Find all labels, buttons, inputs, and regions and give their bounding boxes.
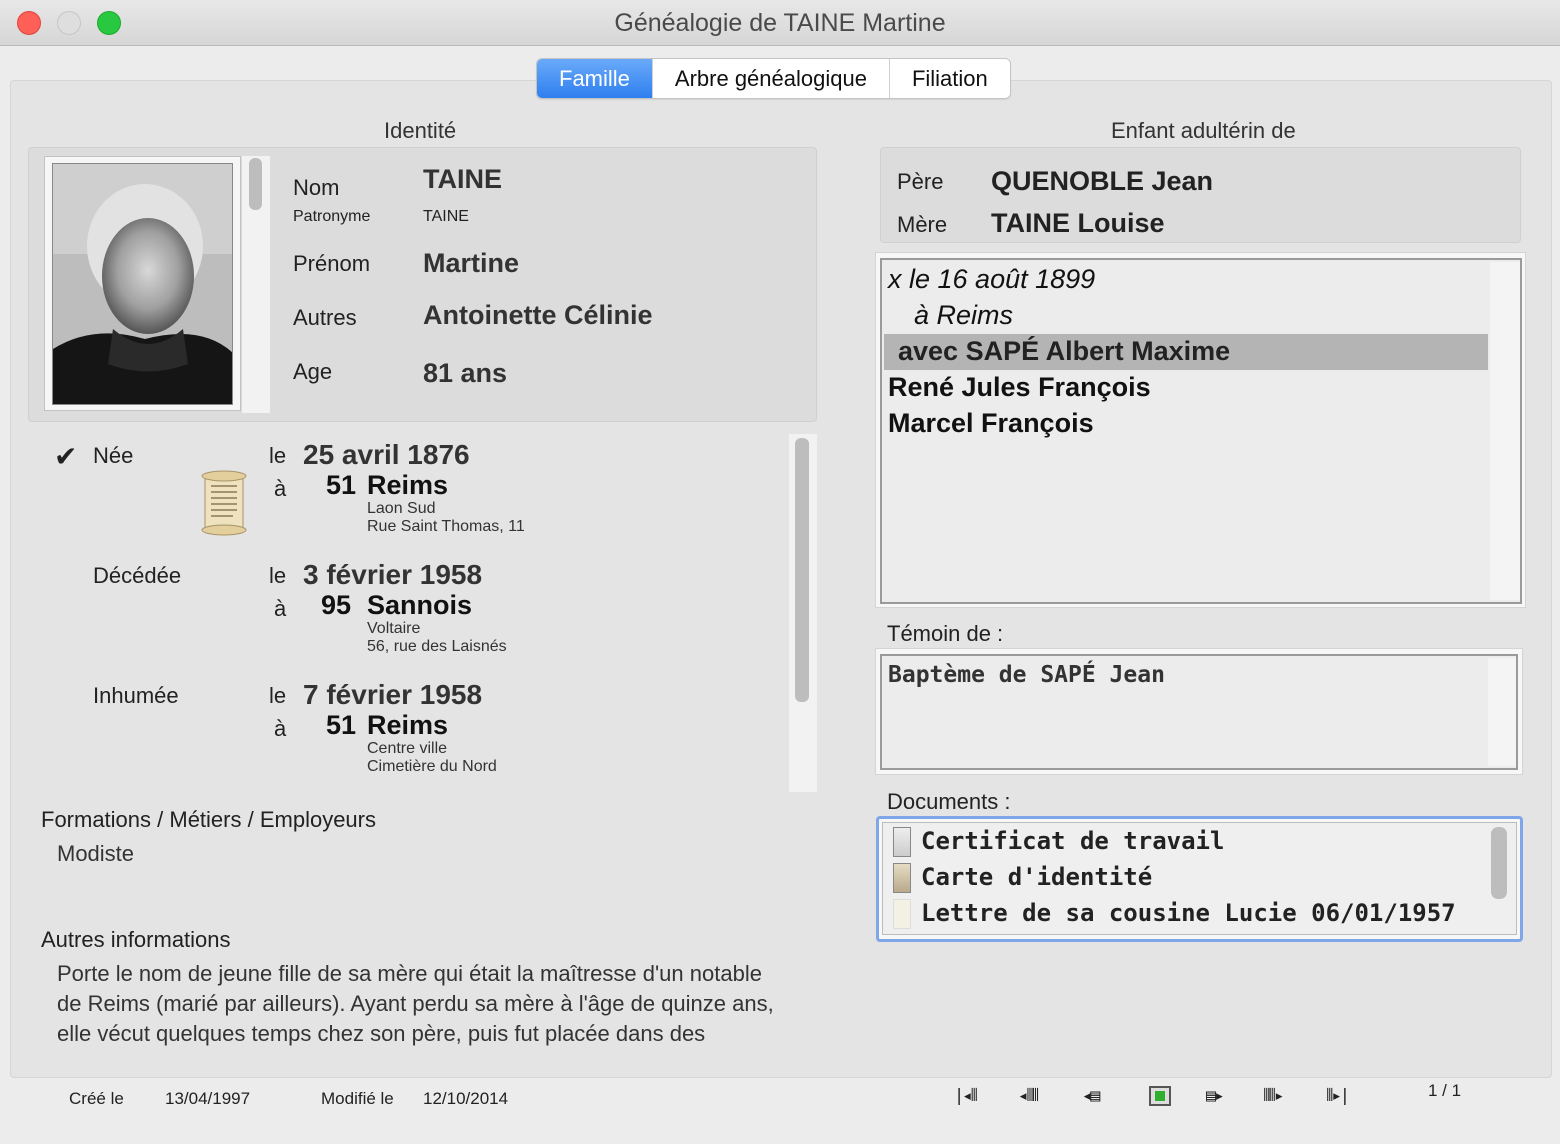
birth-city[interactable]: Reims — [367, 470, 448, 501]
age-value: 81 ans — [423, 358, 508, 388]
nom-label: Nom — [293, 175, 340, 200]
death-date[interactable]: 3 février 1958 — [303, 559, 482, 591]
tab-famille[interactable]: Famille — [537, 59, 653, 98]
death-sub1: Voltaire — [367, 620, 421, 637]
occupations-heading: Formations / Métiers / Employeurs — [41, 807, 376, 832]
next-icon[interactable]: ▤▸ — [1206, 1086, 1225, 1106]
last-icon[interactable]: ⦀▸| — [1326, 1086, 1350, 1106]
document-icon — [893, 827, 911, 857]
pere-label: Père — [897, 169, 944, 194]
child-row[interactable]: Marcel François — [888, 408, 1094, 439]
document-item[interactable]: Certificat de travail — [893, 827, 1224, 857]
death-city[interactable]: Sannois — [367, 590, 472, 621]
death-sub2: 56, rue des Laisnés — [367, 638, 507, 655]
birth-label: Née — [93, 443, 134, 468]
events-scrollbar[interactable] — [789, 434, 817, 792]
modified-value: 12/10/2014 — [423, 1089, 509, 1108]
current-icon[interactable] — [1149, 1086, 1171, 1106]
autres-label: Autres — [293, 305, 357, 330]
burial-a: à — [274, 716, 287, 741]
birth-sub1: Laon Sud — [367, 500, 436, 517]
birth-le: le — [269, 443, 287, 468]
identity-heading: Identité — [384, 118, 457, 143]
witness-scrollbar[interactable] — [1488, 658, 1516, 766]
mere-value[interactable]: TAINE Louise — [991, 208, 1165, 239]
modified-label: Modifié le — [321, 1089, 394, 1108]
burial-date[interactable]: 7 février 1958 — [303, 679, 482, 711]
documents-scroll-thumb[interactable] — [1491, 827, 1507, 899]
created-label: Créé le — [69, 1089, 124, 1108]
burial-sub1: Centre ville — [367, 740, 448, 757]
id-card-icon — [893, 863, 911, 893]
burial-label: Inhumée — [93, 683, 179, 708]
death-label: Décédée — [93, 563, 182, 588]
tab-arbre-genealogique[interactable]: Arbre généalogique — [652, 59, 890, 98]
witness-item[interactable]: Baptème de SAPÉ Jean — [888, 662, 1165, 688]
age-label: Age — [293, 359, 333, 384]
documents-list[interactable]: Certificat de travail Carte d'identité L… — [876, 816, 1523, 942]
nom-value[interactable]: TAINE — [423, 164, 502, 195]
letter-icon — [893, 899, 911, 929]
witness-list[interactable]: Baptème de SAPÉ Jean — [880, 654, 1518, 770]
next-fast-icon[interactable]: ⦀⦀▸ — [1263, 1086, 1284, 1106]
tab-filiation[interactable]: Filiation — [889, 59, 1010, 98]
occupation-value[interactable]: Modiste — [57, 841, 134, 867]
death-le: le — [269, 563, 287, 588]
death-a: à — [274, 596, 287, 621]
burial-sub2: Cimetière du Nord — [367, 758, 497, 775]
burial-le: le — [269, 683, 287, 708]
prenom-label: Prénom — [293, 251, 371, 276]
spouse-row[interactable]: avec SAPÉ Albert Maxime — [898, 336, 1230, 367]
prev-icon[interactable]: ◂▤ — [1082, 1086, 1101, 1106]
child-row[interactable]: René Jules François — [888, 372, 1151, 403]
other-info-line: de Reims (marié par ailleurs). Ayant per… — [57, 991, 774, 1016]
document-item[interactable]: Carte d'identité — [893, 863, 1152, 893]
prev-fast-icon[interactable]: ◂⦀⦀ — [1018, 1086, 1039, 1106]
photo-scroll-thumb[interactable] — [249, 158, 262, 210]
check-icon[interactable]: ✔ — [54, 440, 77, 473]
mere-label: Mère — [897, 212, 948, 237]
parents-heading: Enfant adultérin de — [1111, 118, 1296, 143]
events-scroll-thumb[interactable] — [795, 438, 809, 702]
portrait-photo[interactable] — [52, 163, 233, 405]
unions-scrollbar[interactable] — [1490, 262, 1520, 600]
birth-dept: 51 — [326, 470, 357, 500]
tab-bar: Famille Arbre généalogique Filiation — [536, 58, 1011, 99]
page-indicator: 1 / 1 — [1428, 1081, 1462, 1100]
patronyme-value[interactable]: TAINE — [423, 208, 469, 226]
birth-document-icon[interactable] — [199, 470, 249, 541]
other-info-line: Porte le nom de jeune fille de sa mère q… — [57, 961, 762, 986]
death-dept: 95 — [321, 590, 352, 620]
title-bar: Généalogie de TAINE Martine — [0, 0, 1560, 46]
pere-value[interactable]: QUENOBLE Jean — [991, 166, 1213, 197]
patronyme-label: Patronyme — [293, 208, 371, 225]
prenom-value[interactable]: Martine — [423, 248, 519, 279]
unions-list[interactable]: x le 16 août 1899 à Reims avec SAPÉ Albe… — [880, 258, 1522, 604]
other-info-heading: Autres informations — [41, 927, 231, 952]
other-info-line: elle vécut quelques temps chez son père,… — [57, 1021, 706, 1046]
burial-city[interactable]: Reims — [367, 710, 448, 741]
birth-date[interactable]: 25 avril 1876 — [303, 439, 470, 471]
documents-heading: Documents : — [887, 789, 1011, 814]
first-icon[interactable]: |◂⦀ — [954, 1086, 978, 1106]
burial-dept: 51 — [326, 710, 357, 740]
marriage-date[interactable]: x le 16 août 1899 — [888, 264, 1095, 295]
witness-heading: Témoin de : — [887, 621, 1004, 646]
window-title: Généalogie de TAINE Martine — [614, 9, 946, 37]
birth-sub2: Rue Saint Thomas, 11 — [367, 518, 525, 535]
marriage-place[interactable]: à Reims — [914, 300, 1013, 331]
document-item[interactable]: Lettre de sa cousine Lucie 06/01/1957 — [893, 899, 1456, 929]
created-value: 13/04/1997 — [165, 1089, 251, 1108]
autres-value[interactable]: Antoinette Célinie — [423, 300, 653, 331]
birth-a: à — [274, 476, 287, 501]
photo-scrollbar[interactable] — [242, 156, 270, 413]
